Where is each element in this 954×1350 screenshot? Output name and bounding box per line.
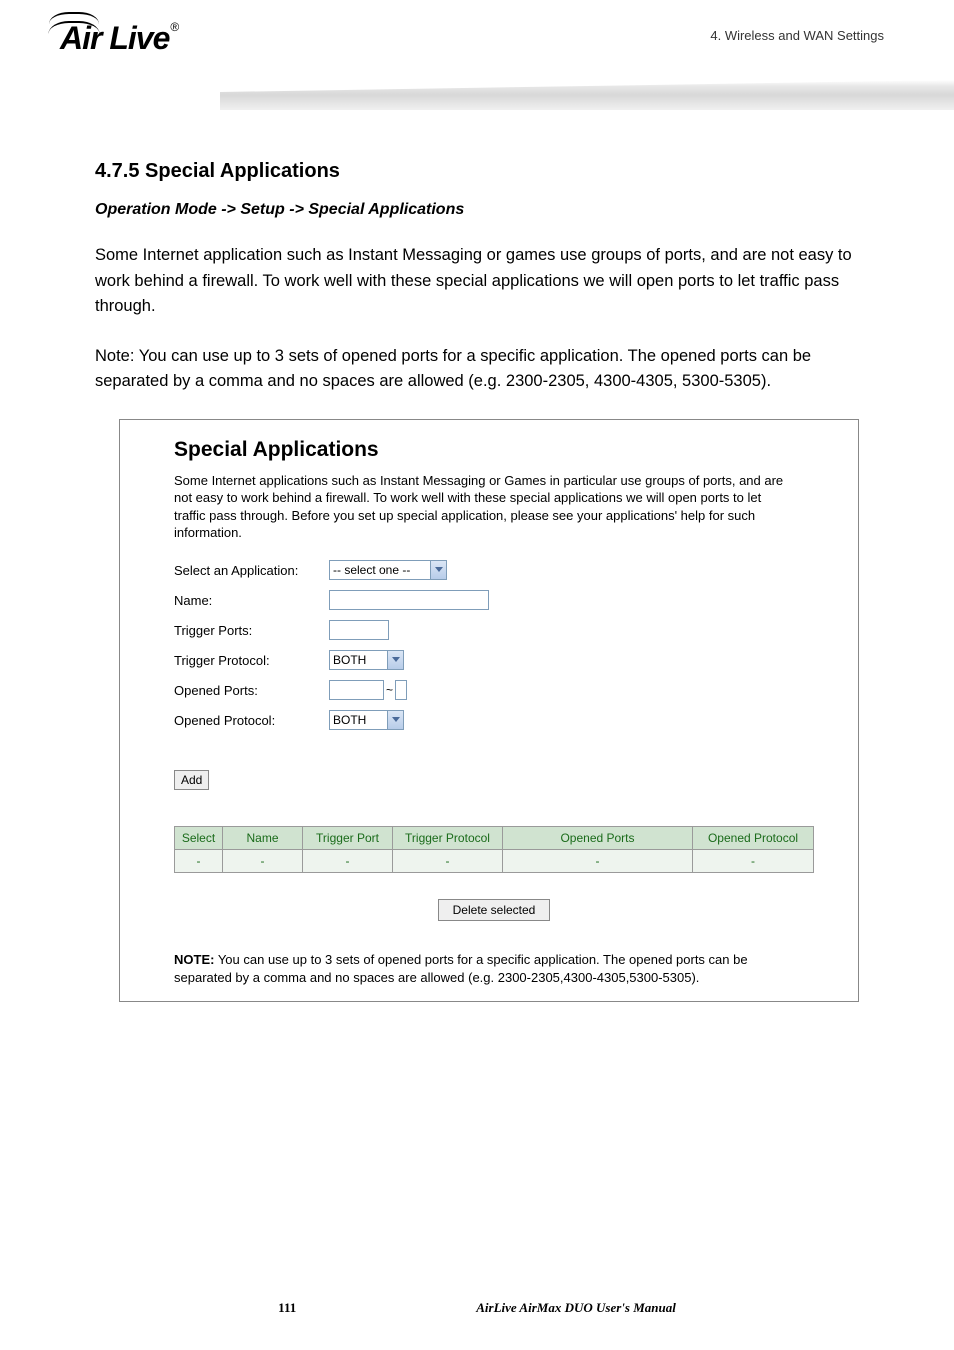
chevron-down-icon xyxy=(387,651,403,669)
applications-table: Select Name Trigger Port Trigger Protoco… xyxy=(174,826,814,873)
opened-ports-input-a[interactable] xyxy=(329,680,384,700)
screenshot-note: NOTE: You can use up to 3 sets of opened… xyxy=(174,951,774,987)
label-name: Name: xyxy=(174,593,329,608)
manual-title: AirLive AirMax DUO User's Manual xyxy=(476,1300,676,1316)
col-opened-protocol: Opened Protocol xyxy=(693,827,814,850)
chapter-breadcrumb: 4. Wireless and WAN Settings xyxy=(710,28,884,43)
chevron-down-icon xyxy=(387,711,403,729)
note-text: You can use up to 3 sets of opened ports… xyxy=(174,952,748,985)
note-label: NOTE: xyxy=(174,952,214,967)
page-header: Air Live® 4. Wireless and WAN Settings xyxy=(0,0,954,120)
body-paragraph-1: Some Internet application such as Instan… xyxy=(95,243,889,320)
screenshot-description: Some Internet applications such as Insta… xyxy=(174,472,794,542)
cell: - xyxy=(693,850,814,873)
label-select-application: Select an Application: xyxy=(174,563,329,578)
cell: - xyxy=(175,850,223,873)
col-name: Name xyxy=(223,827,303,850)
label-trigger-protocol: Trigger Protocol: xyxy=(174,653,329,668)
col-select: Select xyxy=(175,827,223,850)
table-header-row: Select Name Trigger Port Trigger Protoco… xyxy=(175,827,814,850)
brand-logo: Air Live® xyxy=(60,20,178,57)
cell: - xyxy=(223,850,303,873)
section-title: 4.7.5 Special Applications xyxy=(95,160,889,183)
cell: - xyxy=(393,850,503,873)
row-opened-ports: Opened Ports: ~ xyxy=(174,680,832,700)
chevron-down-icon xyxy=(430,561,446,579)
page-footer: 111 AirLive AirMax DUO User's Manual xyxy=(0,1300,954,1316)
label-trigger-ports: Trigger Ports: xyxy=(174,623,329,638)
row-trigger-protocol: Trigger Protocol: BOTH xyxy=(174,650,832,670)
page-content: 4.7.5 Special Applications Operation Mod… xyxy=(0,120,954,1002)
cell: - xyxy=(503,850,693,873)
opened-protocol-value: BOTH xyxy=(333,713,366,727)
delete-row: Delete selected xyxy=(174,899,814,921)
trigger-protocol-dropdown[interactable]: BOTH xyxy=(329,650,404,670)
col-trigger-protocol: Trigger Protocol xyxy=(393,827,503,850)
embedded-screenshot: Special Applications Some Internet appli… xyxy=(119,419,859,1003)
header-divider xyxy=(220,80,954,110)
table-row: - - - - - - xyxy=(175,850,814,873)
delete-selected-button[interactable]: Delete selected xyxy=(438,899,551,921)
col-opened-ports: Opened Ports xyxy=(503,827,693,850)
row-select-application: Select an Application: -- select one -- xyxy=(174,560,832,580)
name-input[interactable] xyxy=(329,590,489,610)
screenshot-title: Special Applications xyxy=(174,438,832,462)
row-name: Name: xyxy=(174,590,832,610)
body-paragraph-2: Note: You can use up to 3 sets of opened… xyxy=(95,344,889,395)
opened-protocol-dropdown[interactable]: BOTH xyxy=(329,710,404,730)
trigger-ports-input[interactable] xyxy=(329,620,389,640)
select-application-value: -- select one -- xyxy=(333,563,410,577)
row-opened-protocol: Opened Protocol: BOTH xyxy=(174,710,832,730)
range-separator: ~ xyxy=(386,683,393,697)
add-button[interactable]: Add xyxy=(174,770,209,790)
navigation-path: Operation Mode -> Setup -> Special Appli… xyxy=(95,201,889,219)
label-opened-protocol: Opened Protocol: xyxy=(174,713,329,728)
select-application-dropdown[interactable]: -- select one -- xyxy=(329,560,447,580)
cell: - xyxy=(303,850,393,873)
row-trigger-ports: Trigger Ports: xyxy=(174,620,832,640)
trigger-protocol-value: BOTH xyxy=(333,653,366,667)
logo-text: Air Live® xyxy=(60,20,178,57)
label-opened-ports: Opened Ports: xyxy=(174,683,329,698)
col-trigger-port: Trigger Port xyxy=(303,827,393,850)
opened-ports-input-b[interactable] xyxy=(395,680,407,700)
page-number: 111 xyxy=(278,1300,296,1316)
